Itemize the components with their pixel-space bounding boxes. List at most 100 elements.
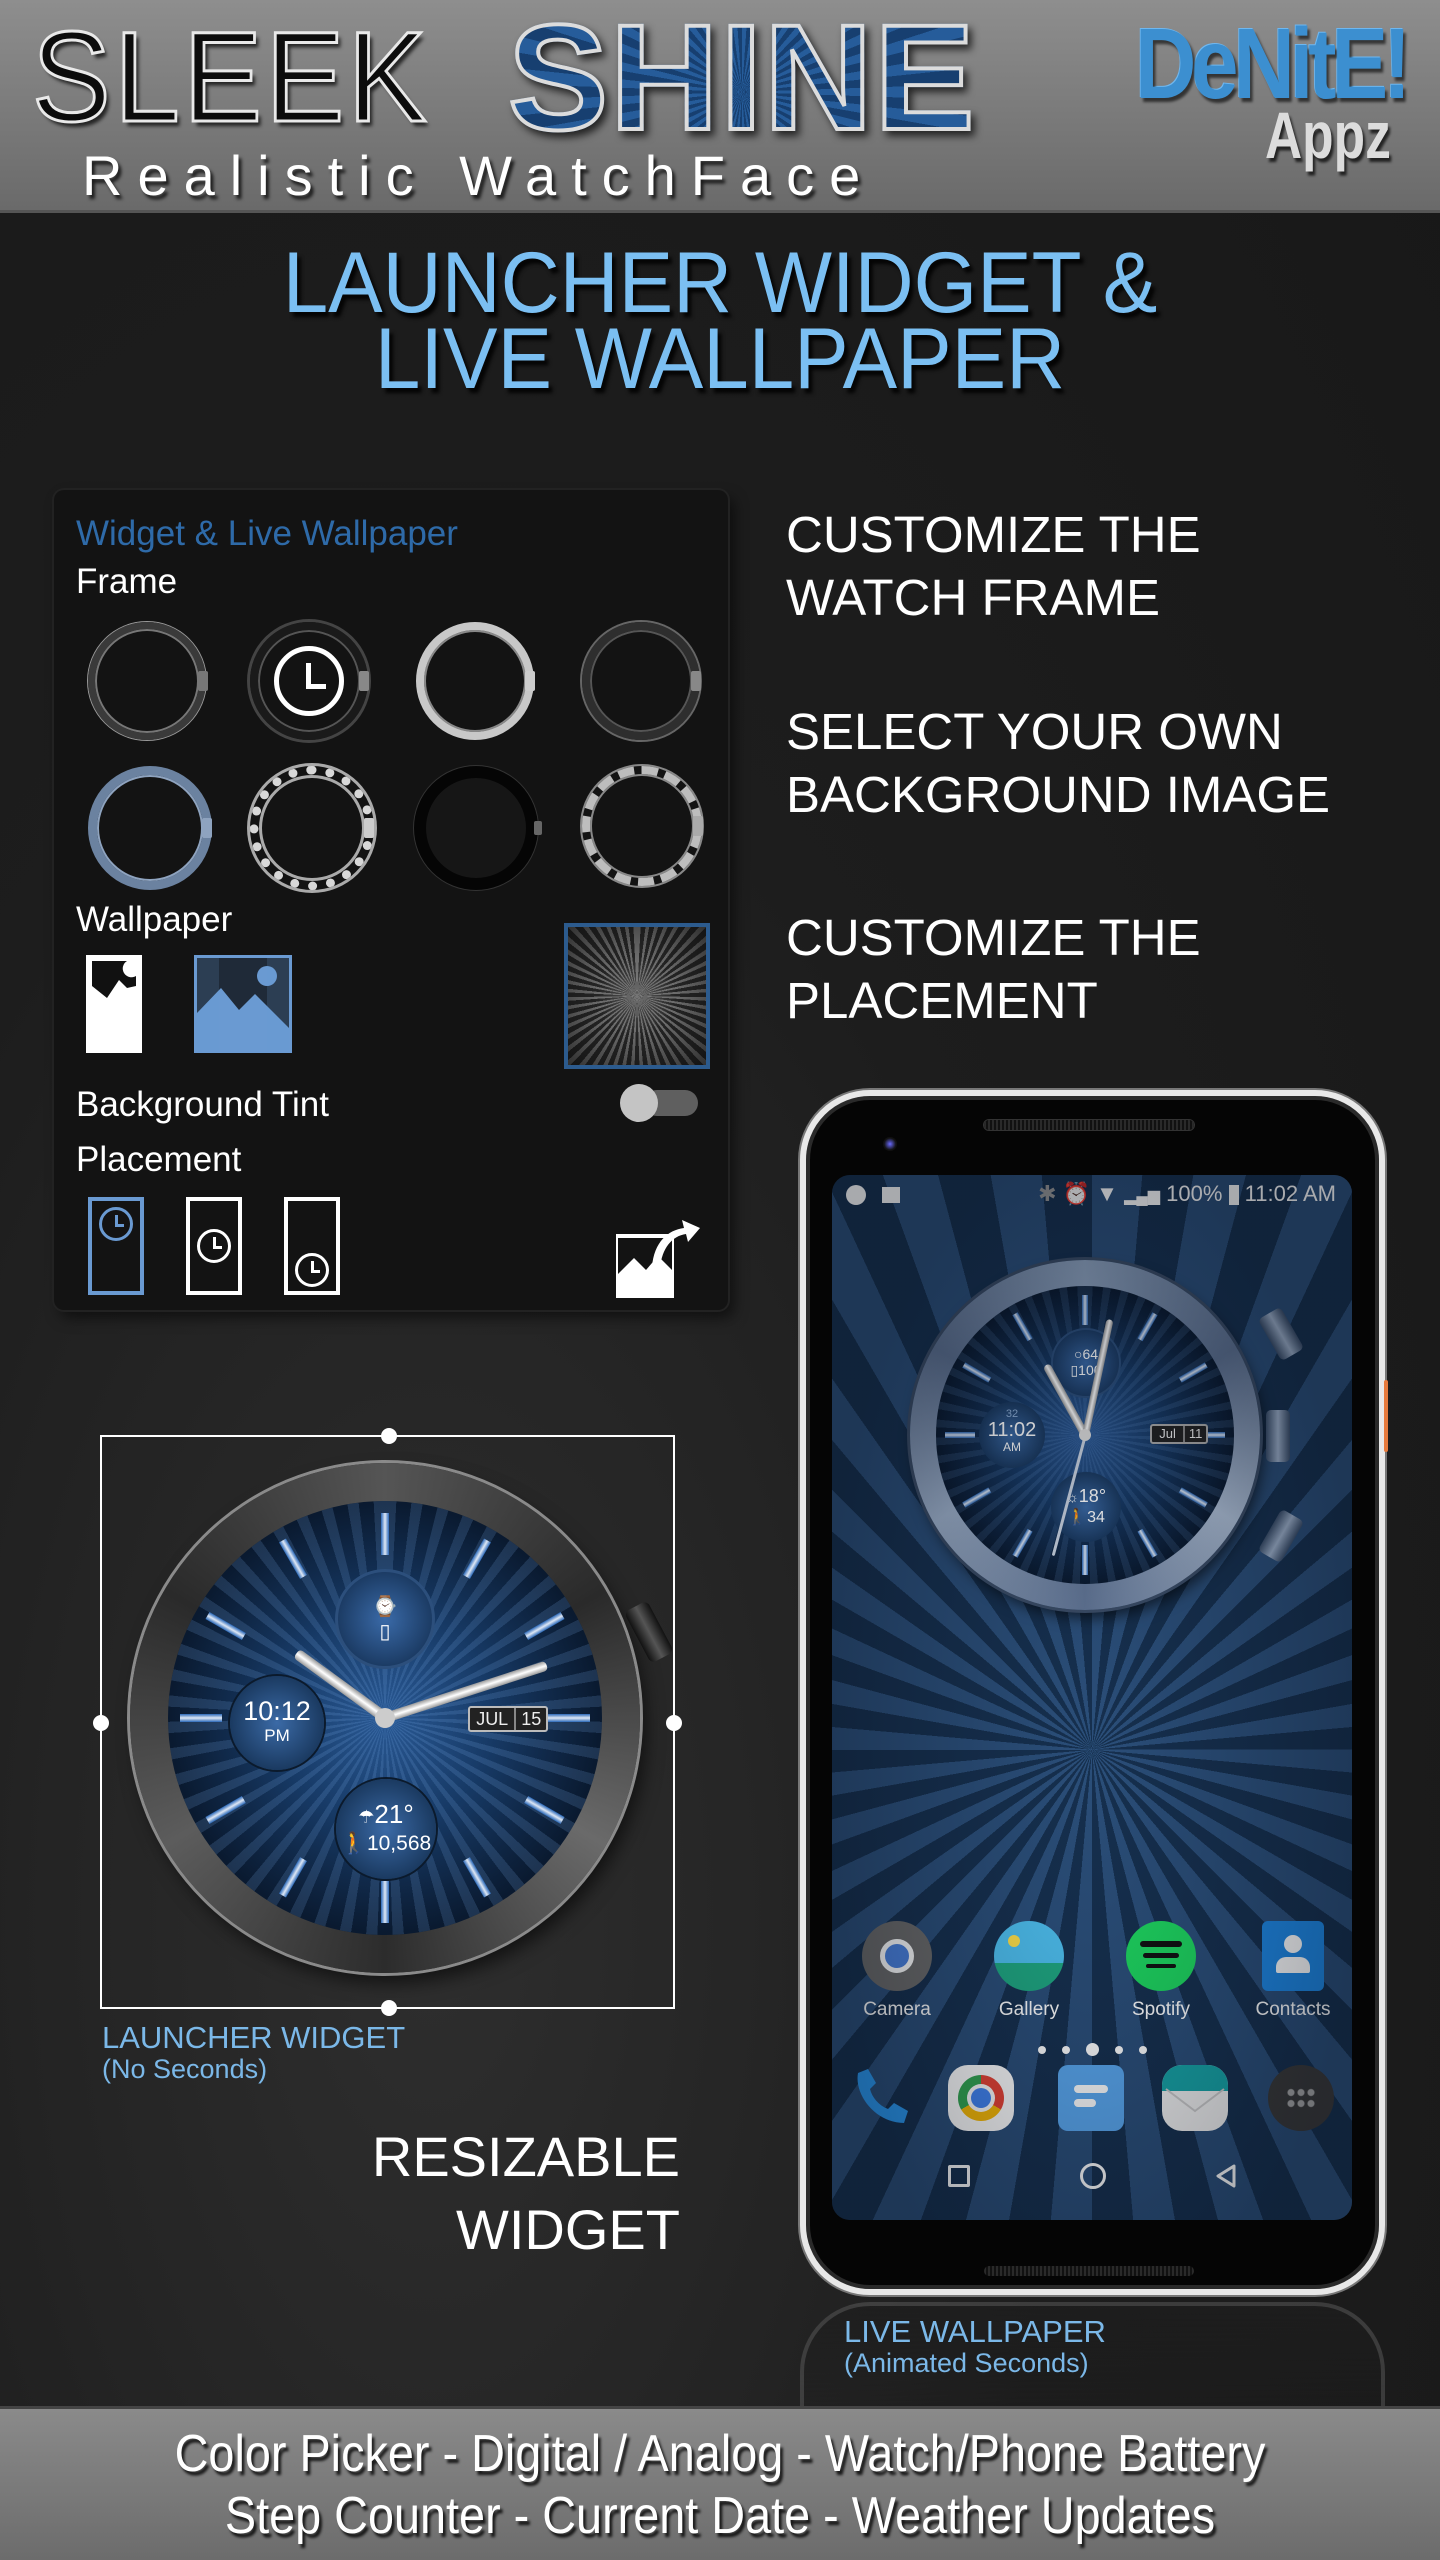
- hour-marker: [548, 1714, 590, 1722]
- email-icon[interactable]: [1162, 2065, 1228, 2131]
- battery-subdial: ⌚ ▯: [335, 1569, 435, 1669]
- feature-customize-frame: CUSTOMIZE THE WATCH FRAME: [786, 503, 1201, 629]
- resize-handle-top[interactable]: [381, 1428, 397, 1444]
- phone-icon[interactable]: [848, 2065, 914, 2131]
- battery-percent: 100%: [1166, 1181, 1223, 1206]
- widget-ampm: PM: [264, 1726, 290, 1745]
- watch-battery-icon: ○: [1073, 1346, 1083, 1362]
- feature-footer: Color Picker - Digital / Analog - Watch/…: [0, 2406, 1440, 2560]
- page-dot[interactable]: [1138, 2045, 1147, 2054]
- app-contacts[interactable]: Contacts: [1238, 1921, 1348, 2021]
- watch-battery-icon: ⌚: [372, 1596, 398, 1618]
- frame-option-matte-black[interactable]: [414, 766, 542, 890]
- placement-option-top[interactable]: [88, 1197, 144, 1295]
- frame-option-silver-chrono[interactable]: [416, 622, 535, 740]
- phone-temperature: 18°: [1078, 1486, 1107, 1506]
- resize-handle-left[interactable]: [93, 1715, 109, 1731]
- crown-icon: [534, 821, 542, 835]
- frame-option-blue-steel[interactable]: [88, 766, 212, 890]
- portrait-image-icon: [92, 961, 136, 998]
- phone-second-hand: [1051, 1434, 1087, 1557]
- background-tint-label: Background Tint: [76, 1085, 329, 1124]
- frame-option-default[interactable]: [250, 622, 369, 740]
- phone-hour-hand: [1042, 1363, 1089, 1437]
- page-dot[interactable]: [1037, 2045, 1046, 2054]
- hour-marker: [1195, 1432, 1225, 1438]
- frame-label: Frame: [76, 562, 178, 601]
- crown-icon: [198, 671, 208, 691]
- wallpaper-option-portrait[interactable]: [86, 955, 142, 1053]
- weather-sun-icon: ☼: [1065, 1489, 1079, 1505]
- background-image-preview[interactable]: [564, 923, 710, 1069]
- launcher-widget-label: LAUNCHER WIDGET: [102, 2020, 406, 2055]
- hour-marker: [1082, 1545, 1088, 1575]
- page-dot-active[interactable]: [1085, 2043, 1099, 2057]
- weather-rain-icon: ☂: [358, 1807, 375, 1827]
- app-gallery[interactable]: Gallery: [974, 1921, 1084, 2021]
- messages-icon[interactable]: [1058, 2065, 1124, 2131]
- power-button[interactable]: [1384, 1380, 1388, 1452]
- recents-button[interactable]: [948, 2165, 970, 2187]
- feature-placement: CUSTOMIZE THE PLACEMENT: [786, 906, 1201, 1032]
- settings-panel: Widget & Live Wallpaper Frame Wallpaper: [54, 490, 728, 1310]
- widget-month: JUL: [470, 1708, 517, 1730]
- placement-option-center[interactable]: [186, 1197, 242, 1295]
- resize-handle-right[interactable]: [666, 1715, 682, 1731]
- status-bar-right: ✱ ⏰ ▼ ▂▄▆ 100% 11:02 AM: [1038, 1175, 1336, 1213]
- widget-digital-time: 10:12: [243, 1696, 311, 1726]
- chrome-icon[interactable]: [948, 2065, 1014, 2131]
- footer-line-2: Step Counter - Current Date - Weather Up…: [224, 2487, 1216, 2545]
- placement-label: Placement: [76, 1140, 242, 1179]
- phone-screen: ✱ ⏰ ▼ ▂▄▆ 100% 11:02 AM ○64 ▯100 32 11:0…: [832, 1175, 1352, 2220]
- app-camera[interactable]: Camera: [842, 1921, 952, 2021]
- clock-icon: [274, 646, 344, 716]
- home-button[interactable]: [1080, 2163, 1106, 2189]
- app-drawer-icon[interactable]: [1268, 2065, 1334, 2131]
- back-button[interactable]: [1214, 2163, 1238, 2194]
- hour-marker: [1082, 1295, 1088, 1325]
- watch-battery-value: 64: [1082, 1346, 1099, 1362]
- resizable-line-1: RESIZABLE: [371, 2125, 680, 2188]
- status-time: 11:02 AM: [1244, 1181, 1336, 1206]
- placement-option-bottom[interactable]: [284, 1197, 340, 1295]
- steps-icon: 🚶: [1067, 1509, 1088, 1526]
- wallpaper-label: Wallpaper: [76, 900, 233, 939]
- crown-icon: [693, 816, 703, 836]
- resize-handle-bottom[interactable]: [381, 2000, 397, 2016]
- hour-marker: [962, 1487, 992, 1508]
- app-label: Camera: [863, 1999, 931, 2020]
- feature-line: CUSTOMIZE THE: [786, 506, 1201, 563]
- hour-marker: [381, 1513, 389, 1555]
- phone-battery-icon: ▯: [379, 1621, 391, 1643]
- hour-marker: [962, 1362, 992, 1383]
- wallpaper-option-landscape[interactable]: [194, 955, 292, 1053]
- widget-resize-frame[interactable]: ⌚ ▯ 10:12 PM ☂21° 🚶10,568 JUL 15: [93, 1428, 682, 2016]
- widget-dial: ⌚ ▯ 10:12 PM ☂21° 🚶10,568 JUL 15: [168, 1501, 602, 1935]
- frame-option-black-bezel[interactable]: [88, 622, 208, 740]
- front-camera: [883, 1137, 897, 1151]
- hour-marker: [1137, 1528, 1158, 1558]
- weather-steps-subdial: ☼18° 🚶34: [1051, 1472, 1121, 1542]
- page-dot[interactable]: [1114, 2045, 1123, 2054]
- widget-day: 15: [521, 1709, 542, 1729]
- set-wallpaper-button[interactable]: [612, 1212, 702, 1302]
- steps-icon: 🚶: [340, 1832, 367, 1855]
- crown-icon: [1266, 1410, 1290, 1462]
- hour-marker: [1012, 1312, 1033, 1342]
- resizable-widget-caption: RESIZABLE WIDGET: [260, 2120, 680, 2266]
- signal-icon: ▂▄▆: [1124, 1188, 1161, 1205]
- phone-date-window: Jul 11: [1150, 1424, 1208, 1444]
- frame-option-knurled-silver[interactable]: [582, 766, 703, 886]
- page-dot[interactable]: [1061, 2045, 1070, 2054]
- header-banner: SLEEK SHINE Realistic WatchFace DeNitE! …: [0, 0, 1440, 213]
- frame-option-dark-steel[interactable]: [582, 622, 701, 740]
- hour-marker: [381, 1881, 389, 1923]
- hour-marker: [1137, 1312, 1158, 1342]
- widget-date-window: JUL 15: [468, 1706, 548, 1732]
- background-tint-toggle-knob[interactable]: [620, 1084, 658, 1122]
- feature-line: CUSTOMIZE THE: [786, 909, 1201, 966]
- app-spotify[interactable]: Spotify: [1106, 1921, 1216, 2021]
- hour-marker: [1178, 1362, 1208, 1383]
- frame-option-diamond-bezel[interactable]: [250, 766, 374, 890]
- clock-icon: [197, 1229, 231, 1263]
